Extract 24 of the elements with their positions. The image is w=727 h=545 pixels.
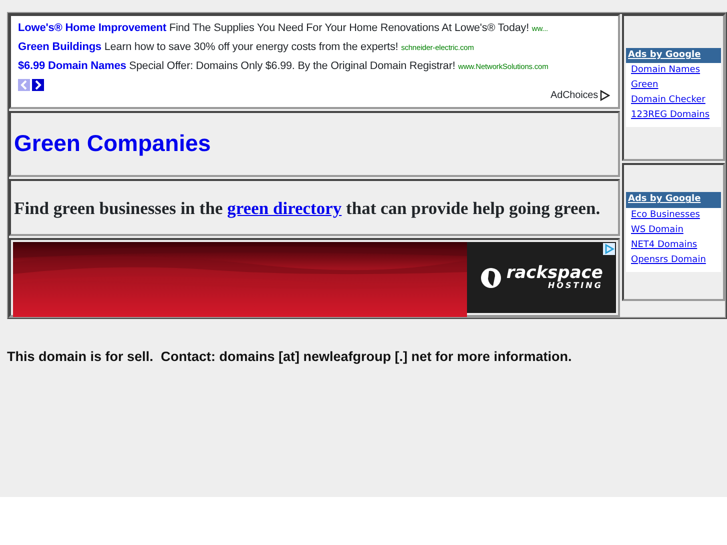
page-heading: Green Companies — [14, 130, 211, 158]
ad-title-link[interactable]: $6.99 Domain Names — [18, 60, 126, 72]
ad-link[interactable]: Green — [626, 78, 721, 94]
ad-link[interactable]: Domain Checker — [626, 93, 721, 108]
banner-brand: rackspace — [506, 265, 603, 282]
banner-ad[interactable]: rackspace HOSTING — [467, 242, 616, 314]
ad-title-link[interactable]: Lowe's® Home Improvement — [18, 22, 166, 34]
ad-text: Special Offer: Domains Only $6.99. By the Original Domain Registrar! — [129, 60, 456, 72]
ad-title-link[interactable]: Green Buildings — [18, 41, 102, 53]
ad-link[interactable]: Domain Names — [626, 63, 721, 78]
intro-text: Find green businesses in the green directory that can provide help going green. — [14, 196, 600, 220]
ad-link[interactable]: WS Domain — [626, 222, 721, 238]
ad-link[interactable]: 123REG Domains — [626, 108, 721, 124]
ad-text: Find The Supplies You Need For Your Home Renovations At Lowe's® Today! — [169, 22, 529, 34]
adchoices-label[interactable]: AdChoices — [550, 88, 598, 104]
ads-by-google-link[interactable]: Ads by Google — [626, 192, 721, 208]
ad-link[interactable]: Opensrs Domain — [626, 252, 721, 268]
ad-link[interactable]: Eco Businesses — [626, 208, 721, 223]
ads-by-google-link[interactable]: Ads by Google — [626, 48, 721, 64]
footer-note: This domain is for sell. Contact: domains [at] newleafgroup [.] net for more information. — [7, 348, 573, 366]
banner-tagline: HOSTING — [548, 282, 603, 290]
ad-link[interactable]: NET4 Domains — [626, 238, 721, 253]
directory-link[interactable]: green directory — [227, 198, 342, 218]
ad-text: Learn how to save 30% off your energy costs from the experts! — [104, 41, 398, 53]
